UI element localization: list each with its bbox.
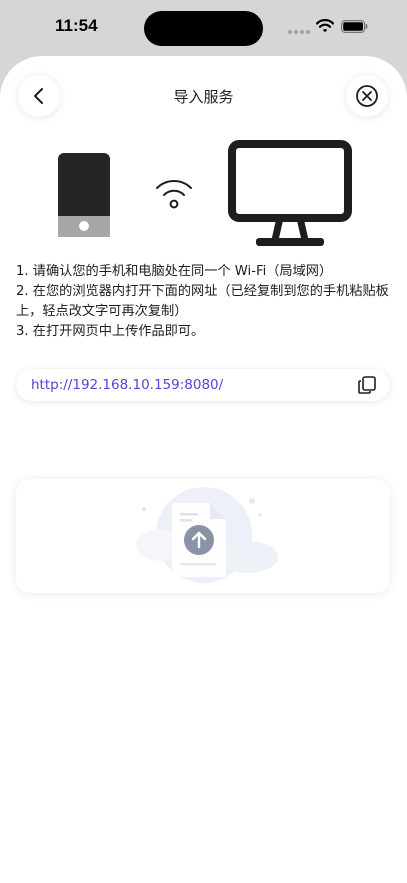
- close-circle-icon: [356, 85, 378, 107]
- import-service-sheet: 导入服务 1. 请确认您的手机和电脑处在同一个 Wi-Fi（局域网） 2. 在您…: [0, 56, 407, 883]
- instruction-step-2: 2. 在您的浏览器内打开下面的网址（已经复制到您的手机粘贴板上，轻点改文字可再次…: [16, 284, 389, 319]
- upload-file-icon: [136, 487, 278, 583]
- dynamic-island: [144, 11, 263, 46]
- instructions: 1. 请确认您的手机和电脑处在同一个 Wi-Fi（局域网） 2. 在您的浏览器内…: [16, 262, 394, 342]
- instruction-step-3: 3. 在打开网页中上传作品即可。: [16, 324, 205, 339]
- copy-icon[interactable]: [357, 375, 377, 395]
- connection-illustration: [0, 140, 407, 250]
- instruction-step-1: 1. 请确认您的手机和电脑处在同一个 Wi-Fi（局域网）: [16, 264, 333, 279]
- status-bar: 11:54: [0, 0, 407, 56]
- wifi-status-icon: [316, 19, 334, 33]
- server-url-text[interactable]: http://192.168.10.159:8080/: [31, 377, 223, 393]
- monitor-icon: [228, 140, 352, 246]
- cellular-signal-icon: [288, 30, 310, 34]
- url-copy-box[interactable]: http://192.168.10.159:8080/: [16, 369, 390, 401]
- status-time: 11:54: [55, 16, 98, 35]
- upload-area[interactable]: [16, 479, 390, 593]
- battery-icon: [341, 20, 368, 33]
- close-button[interactable]: [346, 75, 388, 117]
- wifi-icon: [156, 179, 192, 209]
- phone-icon: [58, 153, 110, 237]
